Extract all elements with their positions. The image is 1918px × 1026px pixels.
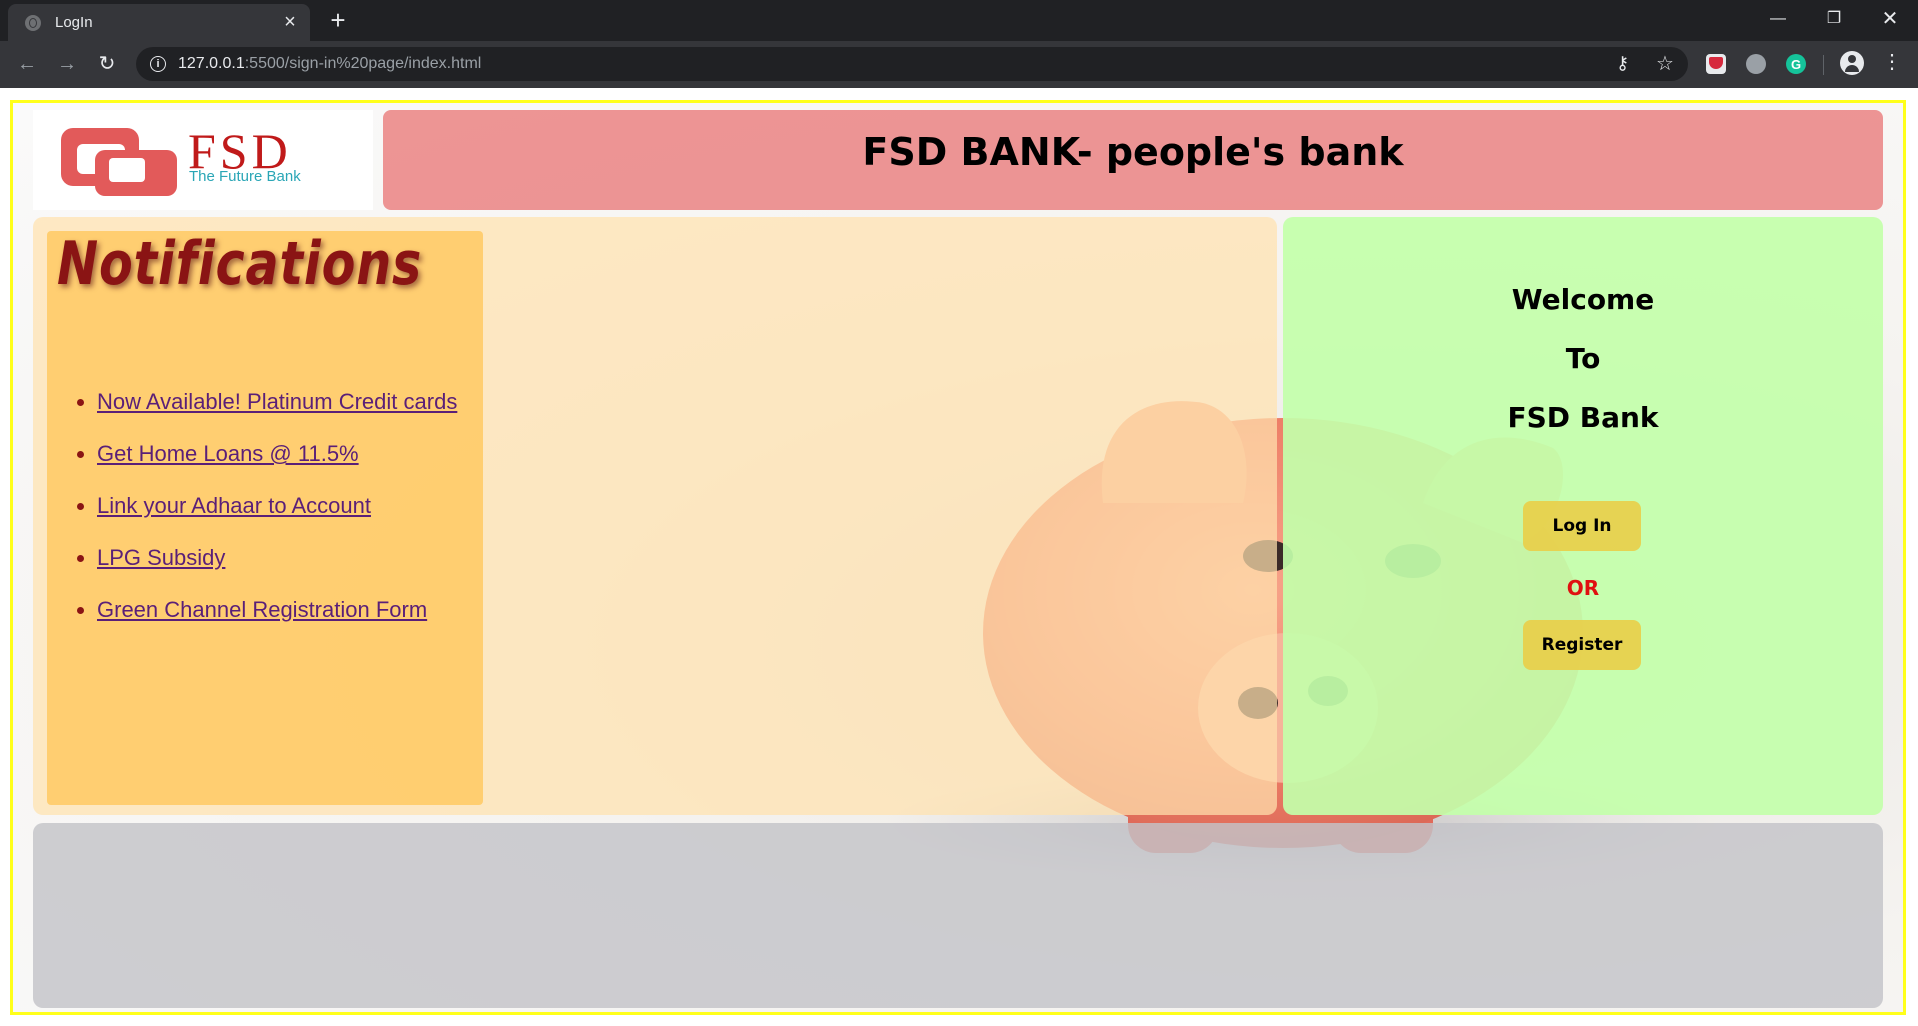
- info-icon[interactable]: i: [150, 56, 166, 72]
- close-window-icon[interactable]: ✕: [1866, 0, 1914, 40]
- address-bar[interactable]: i 127.0.0.1:5500/sign-in%20page/index.ht…: [136, 47, 1688, 81]
- page-title: FSD BANK- people's bank: [862, 130, 1404, 174]
- grammarly-icon[interactable]: G: [1786, 54, 1806, 74]
- list-item: Link your Adhaar to Account: [97, 493, 457, 519]
- list-item: Now Available! Platinum Credit cards: [97, 389, 457, 415]
- globe-icon: [25, 15, 41, 31]
- footer-panel: [33, 823, 1883, 1008]
- main-content-panel: Notifications Now Available! Platinum Cr…: [33, 217, 1277, 815]
- more-menu-icon[interactable]: ⋮: [1882, 49, 1902, 74]
- list-item: LPG Subsidy: [97, 545, 457, 571]
- toolbar-divider: [1823, 55, 1824, 75]
- restore-icon[interactable]: ❐: [1810, 0, 1858, 40]
- notification-link[interactable]: LPG Subsidy: [97, 545, 225, 570]
- notification-link[interactable]: Now Available! Platinum Credit cards: [97, 389, 457, 414]
- profile-avatar-icon[interactable]: [1840, 51, 1864, 75]
- logo-tagline: The Future Bank: [189, 168, 301, 185]
- pocket-extension-icon[interactable]: [1706, 54, 1726, 74]
- logo[interactable]: FSD The Future Bank: [33, 110, 373, 210]
- notifications-heading: Notifications: [57, 229, 423, 299]
- close-tab-icon[interactable]: ×: [278, 10, 302, 34]
- welcome-line-2: To: [1565, 342, 1601, 375]
- login-button[interactable]: Log In: [1523, 501, 1641, 551]
- welcome-line-3: FSD Bank: [1507, 401, 1659, 434]
- register-button[interactable]: Register: [1523, 620, 1641, 670]
- new-tab-icon[interactable]: +: [323, 6, 353, 36]
- welcome-line-1: Welcome: [1511, 283, 1655, 316]
- forward-icon[interactable]: →: [52, 49, 82, 79]
- extension-icon[interactable]: [1746, 54, 1766, 74]
- notifications-box: Notifications Now Available! Platinum Cr…: [47, 229, 483, 805]
- back-icon[interactable]: ←: [12, 49, 42, 79]
- page-viewport: FSD The Future Bank FSD BANK- people's b…: [0, 88, 1918, 1026]
- list-item: Green Channel Registration Form: [97, 597, 457, 623]
- or-separator: OR: [1566, 576, 1600, 600]
- header-banner: FSD BANK- people's bank: [383, 110, 1883, 210]
- browser-toolbar: ← → ↻ i 127.0.0.1:5500/sign-in%20page/in…: [0, 41, 1918, 88]
- notification-link[interactable]: Get Home Loans @ 11.5%: [97, 441, 359, 466]
- minimize-icon[interactable]: —: [1754, 0, 1802, 40]
- page-frame: FSD The Future Bank FSD BANK- people's b…: [10, 100, 1906, 1015]
- notification-link[interactable]: Link your Adhaar to Account: [97, 493, 371, 518]
- bookmark-star-icon[interactable]: ☆: [1656, 51, 1674, 76]
- welcome-panel: Welcome To FSD Bank Log In OR Register: [1283, 217, 1883, 815]
- browser-tab[interactable]: LogIn ×: [8, 4, 310, 41]
- tab-title: LogIn: [55, 14, 93, 31]
- url-text: 127.0.0.1:5500/sign-in%20page/index.html: [178, 55, 482, 72]
- notifications-list: Now Available! Platinum Credit cards Get…: [47, 389, 457, 649]
- key-icon[interactable]: ⚷: [1616, 53, 1629, 74]
- reload-icon[interactable]: ↻: [92, 49, 122, 79]
- tab-strip: LogIn × + — ❐ ✕: [0, 0, 1918, 41]
- notification-link[interactable]: Green Channel Registration Form: [97, 597, 427, 622]
- list-item: Get Home Loans @ 11.5%: [97, 441, 457, 467]
